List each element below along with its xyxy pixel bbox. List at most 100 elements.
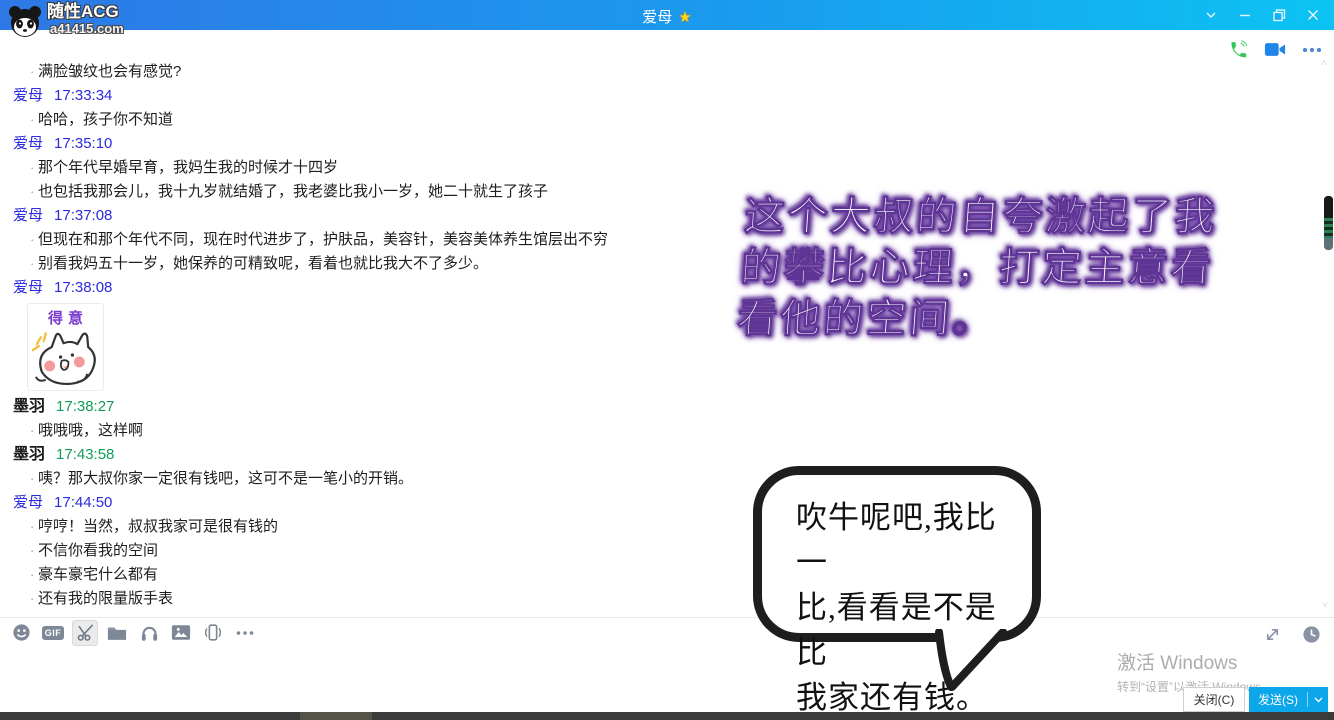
scroll-down-icon[interactable]: ˅ [1322, 600, 1328, 611]
message-text: ·咦？那大叔你家一定很有钱吧，这可不是一笔小的开销。 [13, 467, 1288, 491]
title-bar: 爱母 ★ [0, 0, 1334, 30]
phone-icon [1229, 40, 1248, 59]
send-options-caret[interactable] [1308, 697, 1328, 703]
close-chat-button[interactable]: 关闭(C) [1183, 687, 1245, 712]
message-text: ·哦哦哦，这样啊 [13, 419, 1288, 443]
file-button[interactable] [104, 620, 130, 646]
send-button[interactable]: 发送(S) [1249, 687, 1328, 712]
image-button[interactable] [168, 620, 194, 646]
bullet-mark: · [30, 156, 34, 180]
bullet-mark: · [30, 252, 34, 276]
sticker-caption: 得意 [28, 304, 103, 328]
sender-name[interactable]: 爱母 [13, 276, 43, 300]
more-actions-button[interactable] [1302, 46, 1322, 54]
message-header: 爱母 17:44:50 [13, 491, 1288, 515]
more-tools-button[interactable] [232, 620, 258, 646]
bubble-line: 吹牛呢吧,我比一 [796, 495, 1024, 585]
message-text: ·满脸皱纹也会有感觉? [13, 60, 1288, 84]
chevron-down-icon[interactable] [1196, 0, 1226, 30]
sender-name[interactable]: 爱母 [13, 491, 43, 515]
bullet-mark: · [30, 515, 34, 539]
message-time: 17:35:10 [54, 132, 112, 156]
video-camera-icon [1264, 41, 1286, 58]
send-button-label: 发送(S) [1249, 691, 1307, 708]
clock-icon [1302, 625, 1321, 644]
narration-line: 这个大叔的自夸激起了我 [743, 191, 1257, 242]
close-button[interactable] [1298, 0, 1328, 30]
speech-bubble: 吹牛呢吧,我比一比,看看是不是比我家还有钱。 [753, 466, 1041, 642]
logo-subtitle: a41415.com [50, 21, 124, 36]
gif-icon: GIF [42, 626, 65, 640]
sender-name[interactable]: 爱母 [13, 84, 43, 108]
expand-icon [1264, 626, 1281, 643]
cat-sticker-image [28, 328, 103, 390]
scrollbar-thumb[interactable] [1324, 196, 1333, 250]
sender-name[interactable]: 爱母 [13, 204, 43, 228]
bottom-edge-segment [300, 712, 372, 720]
message-text: ·豪车豪宅什么都有 [13, 563, 1288, 587]
message-time: 17:38:08 [54, 276, 112, 300]
star-icon: ★ [678, 8, 691, 26]
shake-window-button[interactable] [200, 620, 226, 646]
bottom-edge-strip [0, 712, 1334, 720]
headphones-icon [140, 624, 159, 642]
narration-line: 的攀比心理，打定主意看 [739, 242, 1253, 293]
picture-icon [171, 624, 191, 641]
bullet-mark: · [30, 419, 34, 443]
watermark-line1: 激活 Windows [1117, 648, 1273, 675]
sticker-message[interactable]: 得意 [27, 303, 104, 391]
message-time: 17:44:50 [54, 491, 112, 515]
close-button-label: 关闭(C) [1194, 691, 1235, 708]
message-header: 墨羽 17:38:27 [13, 395, 1288, 419]
screenshot-button[interactable] [72, 620, 98, 646]
message-history-button[interactable] [1298, 621, 1324, 647]
expand-button[interactable] [1259, 621, 1285, 647]
bullet-mark: · [30, 587, 34, 611]
folder-icon [107, 624, 127, 642]
music-button[interactable] [136, 620, 162, 646]
message-text: ·还有我的限量版手表 [13, 587, 1288, 611]
ellipsis-icon [236, 630, 254, 636]
speech-bubble-tail [924, 629, 1014, 693]
vibrate-phone-icon [203, 623, 223, 642]
sender-name[interactable]: 爱母 [13, 132, 43, 156]
message-header: 墨羽 17:43:58 [13, 443, 1288, 467]
bullet-mark: · [30, 108, 34, 132]
window-title: 爱母 ★ [642, 6, 691, 27]
minimize-button[interactable] [1230, 0, 1260, 30]
message-text: ·哼哼！当然，叔叔我家可是很有钱的 [13, 515, 1288, 539]
narration-overlay: 这个大叔的自夸激起了我的攀比心理，打定主意看看他的空间。 [736, 191, 1257, 344]
bullet-mark: · [30, 563, 34, 587]
chevron-down-icon [1314, 697, 1323, 703]
chat-title: 爱母 [642, 6, 672, 27]
logo-title: 随性ACG [47, 3, 124, 21]
bullet-mark: · [30, 467, 34, 491]
narration-line: 看他的空间。 [736, 293, 1250, 344]
message-time: 17:38:27 [56, 395, 114, 419]
message-time: 17:33:34 [54, 84, 112, 108]
sender-name[interactable]: 墨羽 [13, 443, 45, 467]
scissors-icon [76, 623, 95, 642]
message-time: 17:37:08 [54, 204, 112, 228]
message-text: ·不信你看我的空间 [13, 539, 1288, 563]
restore-button[interactable] [1264, 0, 1294, 30]
message-time: 17:43:58 [56, 443, 114, 467]
bullet-mark: · [30, 180, 34, 204]
input-toolbar: GIF [0, 617, 1334, 647]
scroll-up-icon[interactable]: ˄ [1321, 58, 1327, 69]
message-header: 爱母 17:35:10 [13, 132, 1288, 156]
video-call-button[interactable] [1264, 41, 1286, 58]
smiley-icon [12, 623, 31, 642]
message-header: 爱母 17:33:34 [13, 84, 1288, 108]
message-text: ·哈哈，孩子你不知道 [13, 108, 1288, 132]
site-logo: 随性ACG a41415.com [6, 3, 124, 41]
sender-name[interactable]: 墨羽 [13, 395, 45, 419]
bullet-mark: · [30, 228, 34, 252]
gif-button[interactable]: GIF [40, 620, 66, 646]
voice-call-button[interactable] [1229, 40, 1248, 59]
emoji-button[interactable] [8, 620, 34, 646]
bullet-mark: · [30, 60, 34, 84]
panda-logo-icon [6, 3, 44, 41]
message-text: ·那个年代早婚早育，我妈生我的时候才十四岁 [13, 156, 1288, 180]
ellipsis-icon [1302, 46, 1322, 54]
